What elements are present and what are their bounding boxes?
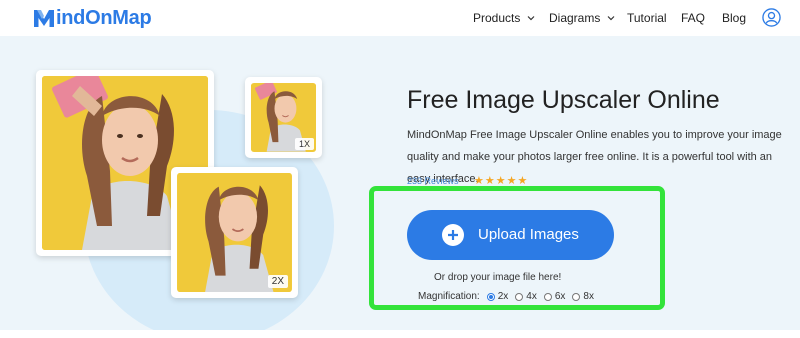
logo-text: indOnMap (56, 6, 152, 29)
sample-image-2x: 2X (171, 167, 298, 298)
chevron-down-icon (527, 16, 535, 21)
user-account-icon[interactable] (762, 8, 781, 27)
logo-m-icon (34, 10, 54, 27)
chevron-down-icon (607, 16, 615, 21)
radio-unselected[interactable] (543, 292, 552, 301)
sample-image-1x: 1X (245, 77, 322, 158)
magnification-label: Magnification: (418, 291, 480, 302)
magnification-selector: Magnification: 2x 4x 6x 8x (418, 291, 594, 302)
nav-products-label: Products (473, 11, 521, 25)
radio-unselected[interactable] (515, 292, 524, 301)
magnification-option-8x[interactable]: 8x (572, 291, 594, 302)
mindonmap-logo[interactable]: indOnMap (33, 6, 152, 29)
nav-diagrams-label: Diagrams (549, 11, 601, 25)
upload-button-label: Upload Images (478, 226, 579, 243)
nav-diagrams[interactable]: Diagrams (549, 11, 615, 25)
reviews-link[interactable]: 233 Reviews (407, 176, 459, 186)
drop-zone-hint: Or drop your image file here! (434, 272, 562, 283)
nav-blog[interactable]: Blog (722, 11, 746, 25)
page-title: Free Image Upscaler Online (407, 86, 720, 114)
upload-images-button[interactable]: Upload Images (407, 210, 614, 260)
plus-icon (442, 224, 464, 246)
zoom-badge: 1X (294, 138, 314, 150)
magnification-option-2x[interactable]: 2x (486, 291, 508, 302)
radio-selected[interactable] (486, 292, 495, 301)
nav-tutorial[interactable]: Tutorial (627, 11, 667, 25)
zoom-badge: 2X (267, 275, 288, 288)
page-bottom-band (0, 330, 800, 338)
radio-unselected[interactable] (572, 292, 581, 301)
nav-faq[interactable]: FAQ (681, 11, 705, 25)
magnification-option-6x[interactable]: 6x (543, 291, 565, 302)
magnification-option-4x[interactable]: 4x (515, 291, 537, 302)
page-description: MindOnMap Free Image Upscaler Online ena… (407, 129, 782, 185)
site-header: indOnMap Products Diagrams Tutorial FAQ … (0, 0, 800, 36)
nav-products[interactable]: Products (473, 11, 535, 25)
